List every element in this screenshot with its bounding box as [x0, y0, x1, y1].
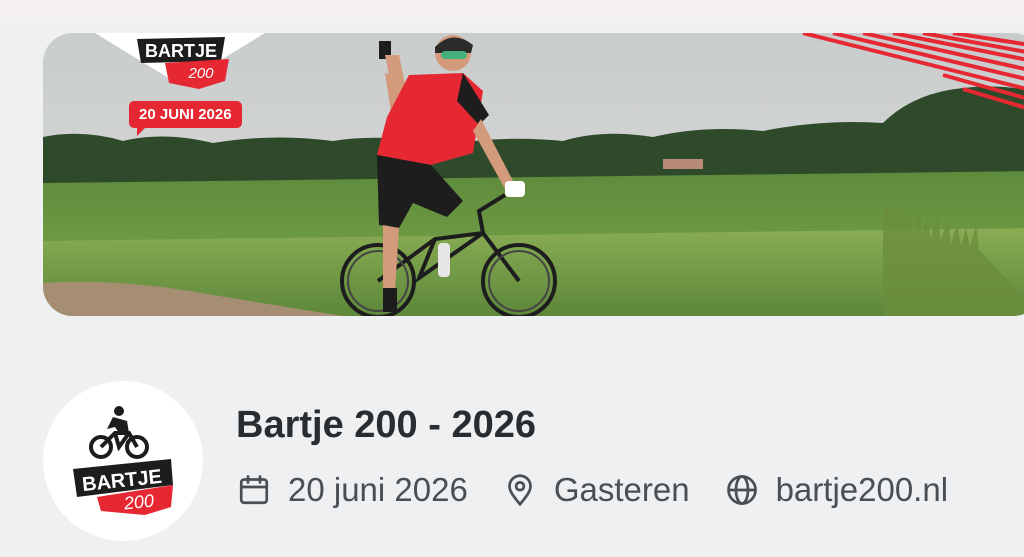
banner-date-label: 20 JUNI 2026	[129, 101, 242, 136]
map-pin-icon	[507, 474, 532, 507]
event-website-text[interactable]: bartje200.nl	[776, 471, 948, 509]
svg-text:200: 200	[187, 65, 214, 82]
svg-text:BARTJE: BARTJE	[145, 41, 217, 61]
event-website-link[interactable]: bartje200.nl	[724, 471, 948, 509]
svg-text:200: 200	[122, 490, 155, 513]
event-avatar[interactable]: BARTJE 200	[43, 381, 203, 541]
event-banner-image[interactable]: BARTJE 200 20 JUNI 2026	[43, 33, 1024, 316]
event-location: Gasteren	[502, 471, 690, 509]
bartje200-avatar-logo: BARTJE 200	[73, 406, 173, 515]
event-date: 20 juni 2026	[236, 471, 468, 509]
globe-icon	[726, 475, 757, 505]
event-meta: 20 juni 2026 Gasteren bartje200.nl	[236, 468, 948, 512]
bartje200-banner-logo: BARTJE 200	[137, 37, 229, 89]
event-location-text: Gasteren	[553, 471, 690, 508]
calendar-icon	[239, 475, 269, 505]
event-title: Bartje 200 - 2026	[236, 404, 536, 446]
event-date-text: 20 juni 2026	[288, 471, 468, 508]
